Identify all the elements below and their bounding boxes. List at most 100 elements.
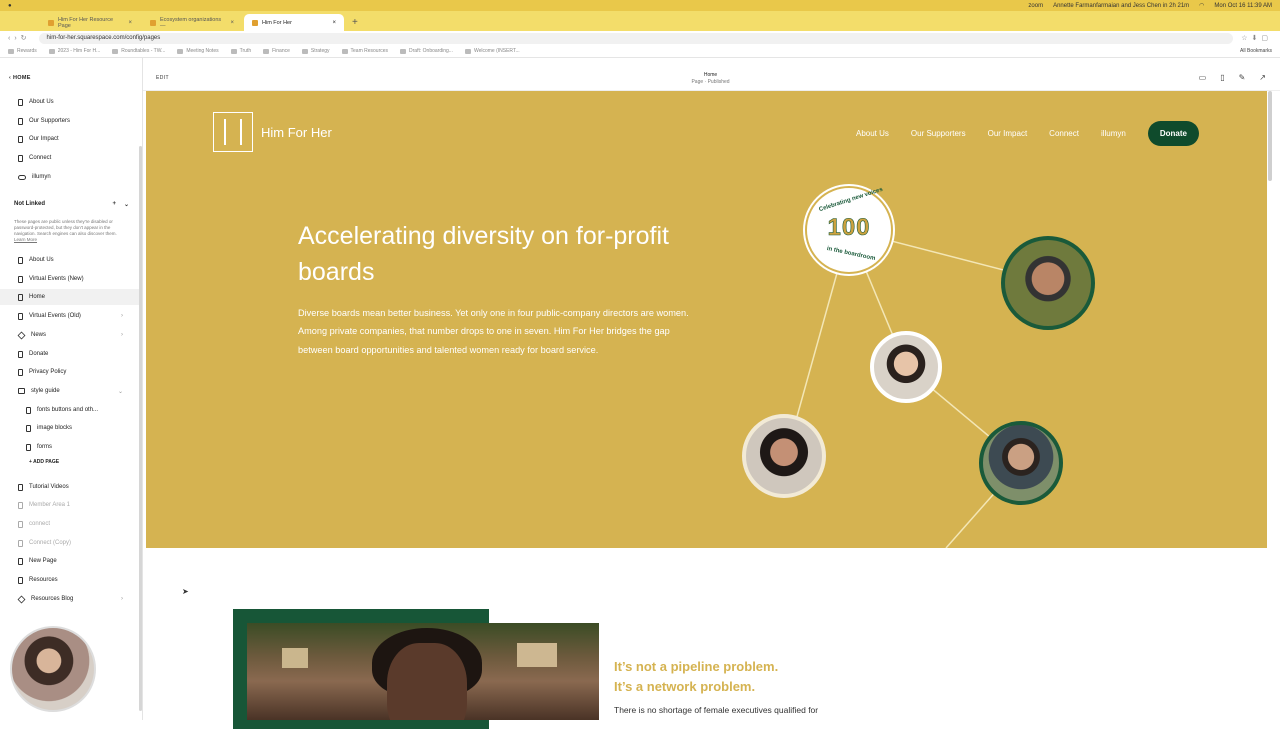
style-brush-icon[interactable]: ✎: [1239, 73, 1246, 82]
page-icon: [18, 312, 23, 320]
close-tab-icon[interactable]: ×: [128, 20, 132, 26]
page-icon: [18, 368, 23, 376]
sidebar-item-member-area[interactable]: Member Area 1: [0, 497, 139, 513]
nav-our-supporters[interactable]: Our Supporters: [911, 129, 966, 138]
folder-icon: [18, 388, 25, 394]
learn-more-link[interactable]: Learn More: [14, 237, 37, 242]
add-icon[interactable]: +: [112, 201, 116, 208]
sidebar-item-news[interactable]: News ›: [0, 327, 139, 343]
chevron-right-icon[interactable]: ›: [121, 596, 123, 602]
sidebar-scrollbar[interactable]: [139, 146, 142, 711]
chevron-down-icon[interactable]: ⌄: [118, 388, 123, 395]
webcam-overlay[interactable]: [10, 626, 96, 712]
bookmark-icon: [112, 48, 119, 54]
apple-icon[interactable]: ●: [8, 3, 12, 9]
site-logo[interactable]: Him For Her: [213, 112, 332, 152]
page-icon: [18, 483, 23, 491]
add-page-button[interactable]: + ADD PAGE: [29, 459, 59, 465]
sidebar-item-about-us-2[interactable]: About Us: [0, 252, 139, 268]
zoom-label[interactable]: zoom: [1028, 3, 1043, 9]
sidebar-item-resources[interactable]: Resources: [0, 572, 139, 588]
logo-mark-icon: [213, 112, 253, 152]
mobile-view-icon[interactable]: ▯: [1220, 73, 1224, 82]
desktop-view-icon[interactable]: ▭: [1199, 73, 1207, 82]
page-icon: [18, 520, 23, 528]
hero-headline: Accelerating diversity on for-profit boa…: [298, 222, 669, 287]
sidebar-item-donate[interactable]: Donate: [0, 346, 139, 362]
avatar: [979, 421, 1063, 505]
meeting-reminder[interactable]: Annette Farmanfarmaian and Jess Chen in …: [1053, 3, 1189, 9]
sidebar-item-new-page[interactable]: New Page: [0, 553, 139, 569]
bookmark[interactable]: Finance: [263, 48, 290, 54]
page-icon: [18, 293, 23, 301]
sidebar-item-connect-disabled[interactable]: connect: [0, 516, 139, 532]
sidebar-item-tutorial-videos[interactable]: Tutorial Videos: [0, 479, 139, 495]
bookmark[interactable]: Rewards: [8, 48, 37, 54]
mouse-cursor-icon: ➤: [182, 587, 189, 596]
chevron-right-icon[interactable]: ›: [121, 332, 123, 338]
bookmark[interactable]: Strategy: [301, 48, 330, 54]
sidebar-item-home[interactable]: Home: [0, 289, 139, 305]
all-bookmarks[interactable]: All Bookmarks: [1240, 48, 1272, 54]
nav-about-us[interactable]: About Us: [856, 129, 889, 138]
chevron-right-icon[interactable]: ›: [121, 313, 123, 319]
bookmark[interactable]: Truth: [230, 48, 251, 54]
sidebar-item-image-blocks[interactable]: image blocks: [0, 420, 139, 436]
badge-bottom-text: in the boardroom: [826, 245, 876, 263]
browser-tab-active[interactable]: Him For Her ×: [244, 14, 344, 31]
wifi-icon[interactable]: ◠: [1199, 2, 1204, 9]
bookmark[interactable]: Team Resources: [341, 48, 388, 54]
expand-icon[interactable]: ↗: [1259, 73, 1266, 82]
close-tab-icon[interactable]: ×: [230, 20, 234, 26]
url-input[interactable]: him-for-her.squarespace.com/config/pages: [38, 32, 1234, 44]
browser-tab[interactable]: Him For Her Resource Page ×: [40, 14, 140, 31]
hero-subcopy: Diverse boards mean better business. Yet…: [298, 308, 689, 355]
browser-tab[interactable]: Ecosystem organizations — ×: [142, 14, 242, 31]
badge-top-text: Celebrating new voices: [818, 186, 884, 214]
video-thumbnail[interactable]: [247, 623, 599, 720]
sidebar-item-connect-copy[interactable]: Connect (Copy): [0, 535, 139, 551]
browser-tab-bar: Him For Her Resource Page × Ecosystem or…: [0, 11, 1280, 31]
sidebar-item-forms[interactable]: forms: [0, 439, 139, 455]
pipeline-section: It’s not a pipeline problem. It’s a netw…: [146, 548, 1267, 729]
page-icon: [18, 98, 23, 106]
blog-icon: [17, 595, 26, 603]
bookmarks-bar: Rewards 2023 - Him For H... Roundtables …: [0, 45, 1280, 58]
sidebar-item-resources-blog[interactable]: Resources Blog ›: [0, 591, 139, 607]
close-tab-icon[interactable]: ×: [332, 20, 336, 26]
sidebar-item-connect[interactable]: Connect: [0, 150, 139, 166]
edit-button[interactable]: EDIT: [156, 75, 169, 81]
sidebar-item-our-impact[interactable]: Our Impact: [0, 131, 139, 147]
bookmark[interactable]: Roundtables - TW...: [112, 48, 165, 54]
bookmark[interactable]: Welcome (INSERT...: [464, 48, 520, 54]
pages-sidebar: ‹ HOME About Us Our Supporters Our Impac…: [0, 58, 143, 720]
donate-button[interactable]: Donate: [1147, 121, 1199, 146]
page-icon: [18, 154, 23, 162]
nav-illumyn[interactable]: illumyn: [1101, 129, 1126, 138]
back-forward-reload-icons[interactable]: ‹›↻: [8, 34, 31, 42]
bookmark[interactable]: Draft: Onboarding...: [400, 48, 453, 54]
chevron-down-icon[interactable]: ⌄: [124, 201, 129, 208]
sidebar-item-about-us[interactable]: About Us: [0, 94, 139, 110]
new-tab-button[interactable]: +: [346, 17, 364, 31]
nav-connect[interactable]: Connect: [1049, 129, 1079, 138]
sidebar-item-our-supporters[interactable]: Our Supporters: [0, 113, 139, 129]
page-icon: [18, 135, 23, 143]
clock[interactable]: Mon Oct 16 11:39 AM: [1214, 3, 1272, 9]
sidebar-item-virtual-events-old[interactable]: Virtual Events (Old) ›: [0, 308, 139, 324]
sidebar-item-illumyn[interactable]: illumyn: [0, 169, 139, 185]
doc-icon: [400, 48, 407, 54]
nav-our-impact[interactable]: Our Impact: [988, 129, 1028, 138]
section-tagline: It’s not a pipeline problem. It’s a netw…: [614, 659, 779, 695]
sidebar-item-style-guide[interactable]: style guide ⌄: [0, 383, 139, 399]
bookmark[interactable]: 2023 - Him For H...: [48, 48, 100, 54]
sidebar-item-privacy-policy[interactable]: Privacy Policy: [0, 364, 139, 380]
page-icon: [18, 275, 23, 283]
bookmark[interactable]: Meeting Notes: [177, 48, 219, 54]
browser-actions-icons[interactable]: ☆⬇▢: [1241, 34, 1272, 42]
sidebar-item-fonts-buttons[interactable]: fonts buttons and oth...: [0, 402, 139, 418]
page-icon: [18, 117, 23, 125]
preview-scrollbar[interactable]: [1268, 91, 1272, 181]
sidebar-item-virtual-events-new[interactable]: Virtual Events (New): [0, 271, 139, 287]
home-back-link[interactable]: ‹ HOME: [9, 75, 31, 81]
